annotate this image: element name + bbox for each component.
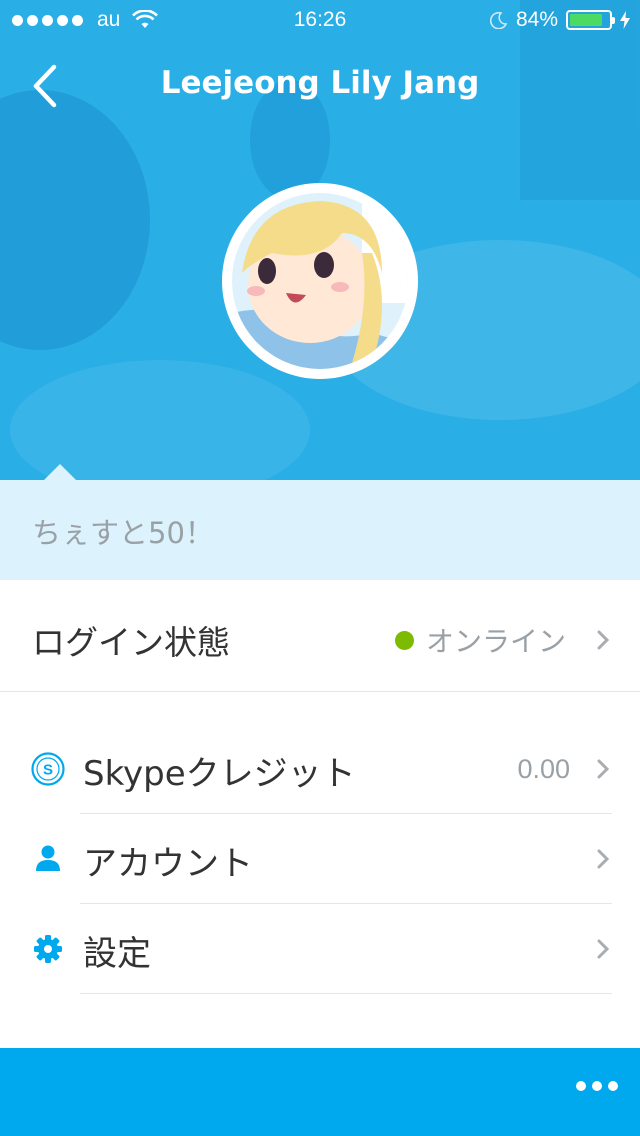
navigation-bar: Leejeong Lily Jang bbox=[0, 55, 640, 115]
svg-text:S: S bbox=[43, 762, 53, 779]
divider bbox=[80, 993, 612, 994]
chevron-right-icon bbox=[597, 939, 610, 959]
list-item-label: 設定 bbox=[83, 934, 151, 974]
list-item-account[interactable]: アカウント bbox=[0, 814, 640, 904]
list-item-label: Skypeクレジット bbox=[83, 754, 356, 794]
skype-credit-icon: S bbox=[31, 752, 65, 786]
page-title: Leejeong Lily Jang bbox=[160, 65, 480, 101]
do-not-disturb-icon bbox=[489, 11, 508, 29]
list-item-label: アカウント bbox=[83, 844, 253, 884]
online-status-dot bbox=[394, 630, 414, 650]
list-item-skype-credit[interactable]: S Skypeクレジット 0.00 bbox=[0, 724, 640, 814]
chevron-right-icon bbox=[597, 630, 610, 650]
more-options-icon[interactable] bbox=[576, 1081, 618, 1091]
header-background-art-4 bbox=[10, 360, 310, 480]
chevron-right-icon bbox=[597, 759, 610, 779]
header-background-art bbox=[0, 90, 150, 350]
battery-percent: 84% bbox=[515, 8, 558, 31]
credit-balance-value: 0.00 bbox=[517, 754, 570, 784]
settings-list: S Skypeクレジット 0.00 アカウント 設定 bbox=[0, 724, 640, 994]
status-bar-right: 84% bbox=[489, 8, 630, 32]
status-bar: au 16:26 84% bbox=[0, 0, 640, 40]
charging-icon bbox=[620, 11, 630, 29]
battery-icon bbox=[566, 10, 615, 30]
mood-message-panel[interactable]: ちぇすと50！ bbox=[0, 480, 640, 580]
person-icon bbox=[36, 845, 60, 871]
list-item-settings[interactable]: 設定 bbox=[0, 904, 640, 994]
login-status-row[interactable]: ログイン状態 オンライン bbox=[0, 580, 640, 692]
mood-message: ちぇすと50！ bbox=[32, 516, 214, 550]
chevron-right-icon bbox=[597, 849, 610, 869]
gear-icon bbox=[34, 935, 62, 963]
avatar[interactable] bbox=[222, 183, 418, 379]
login-status-label: ログイン状態 bbox=[32, 623, 230, 662]
bottom-toolbar bbox=[0, 1048, 640, 1136]
login-status-value-group: オンライン bbox=[394, 620, 610, 660]
login-status-value: オンライン bbox=[425, 625, 566, 658]
avatar-image bbox=[232, 193, 408, 369]
profile-header: au 16:26 84% Leejeong Lily Jang bbox=[0, 0, 640, 480]
